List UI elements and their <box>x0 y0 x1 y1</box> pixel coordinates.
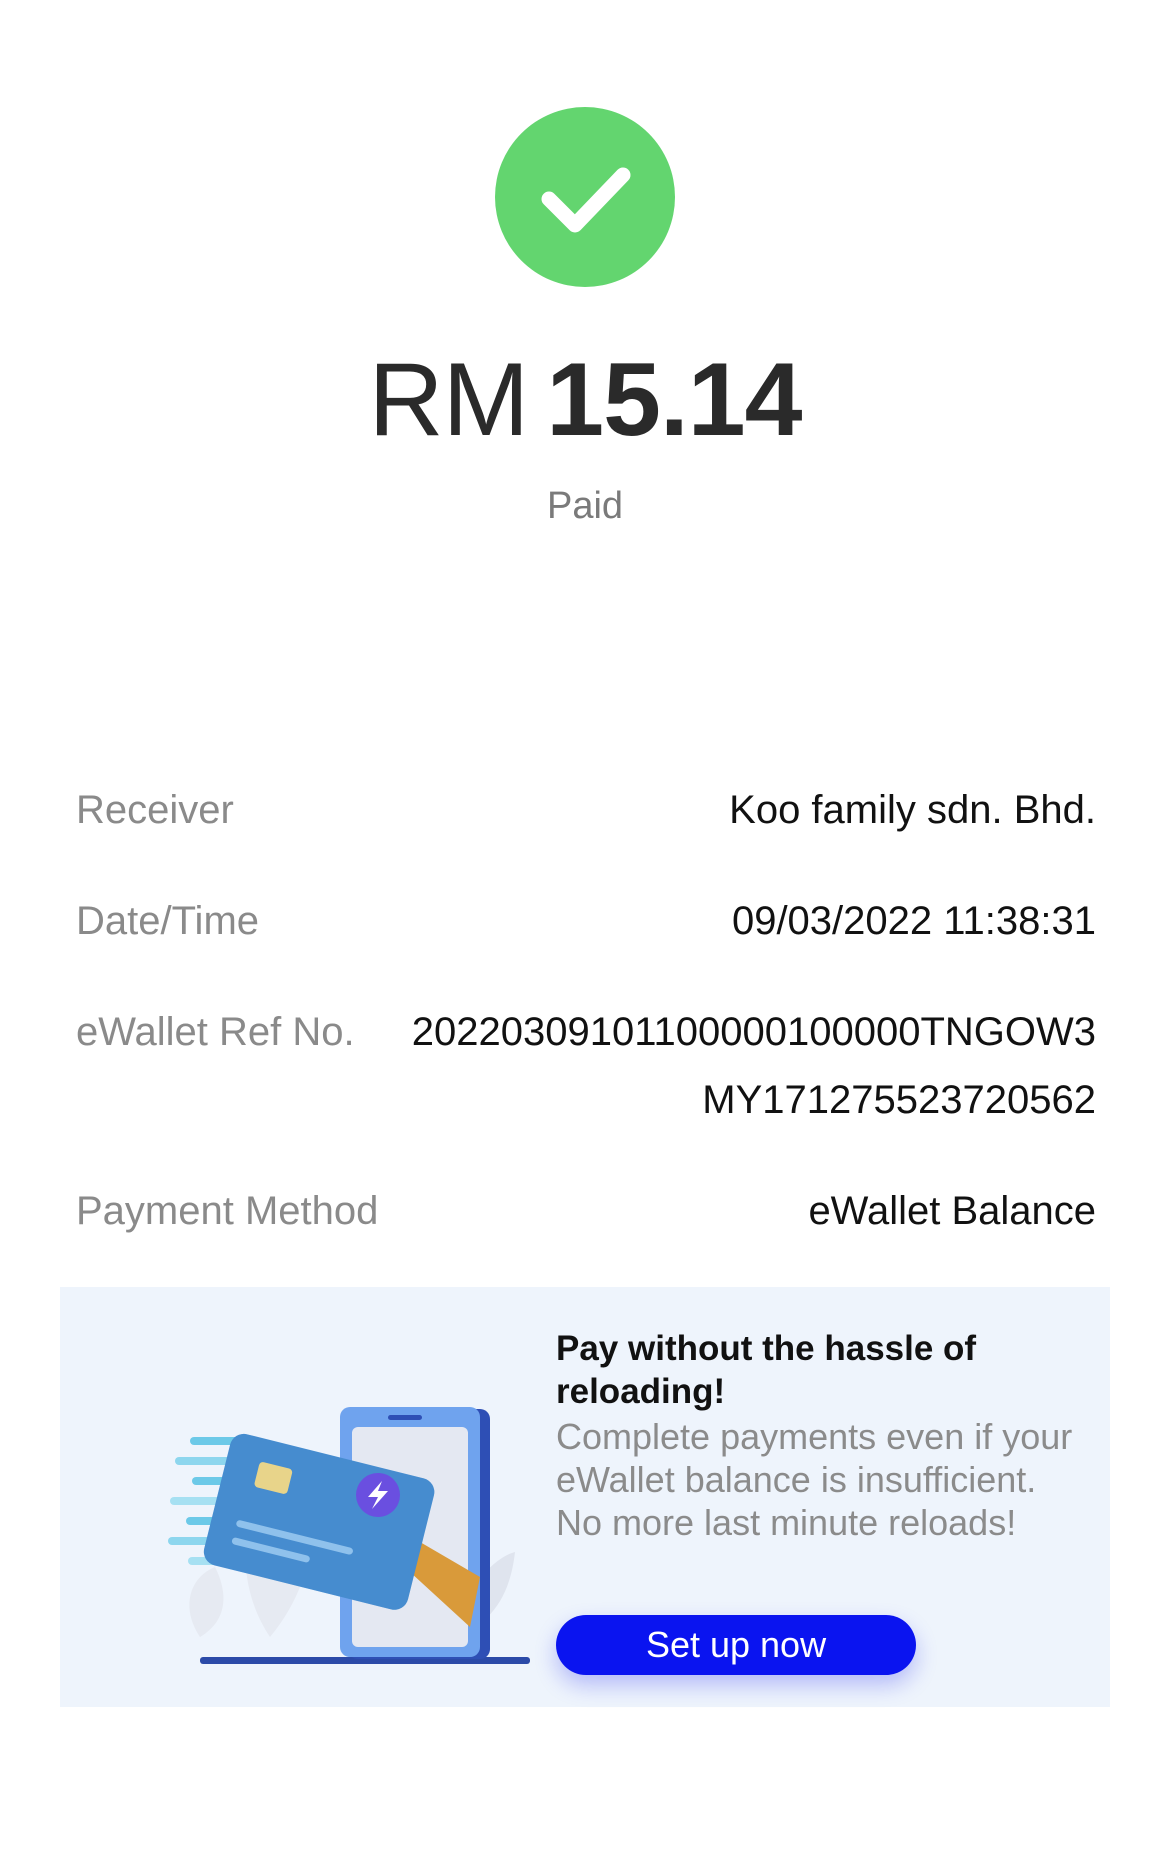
detail-row-payment-method: Payment Method eWallet Balance <box>76 1177 1096 1245</box>
ref-no-value: 20220309101100000100000TNGOW3MY171275523… <box>411 1010 1096 1122</box>
promo-banner[interactable]: Pay without the hassle of reloading! Com… <box>60 1287 1110 1707</box>
detail-row-datetime: Date/Time 09/03/2022 11:38:31 <box>76 887 1096 955</box>
payment-method-value: eWallet Balance <box>808 1189 1096 1233</box>
detail-row-receiver: Receiver Koo family sdn. Bhd. <box>76 776 1096 844</box>
payment-receipt-page: RM 15.14 Paid Receiver Koo family sdn. Bh… <box>0 0 1170 1854</box>
payment-amount: RM 15.14 <box>0 340 1170 460</box>
receiver-label: Receiver <box>76 788 234 832</box>
amount-value: 15.14 <box>546 342 802 458</box>
promo-text: Pay without the hassle of reloading! Com… <box>556 1327 1076 1544</box>
datetime-label: Date/Time <box>76 899 260 943</box>
transaction-details: Receiver Koo family sdn. Bhd. Date/Time … <box>76 776 1096 1245</box>
success-badge <box>495 107 675 287</box>
payment-method-label: Payment Method <box>76 1189 379 1233</box>
check-icon <box>541 167 631 233</box>
card-payment-illustration <box>168 1407 530 1664</box>
payment-status: Paid <box>546 485 624 527</box>
set-up-now-button[interactable]: Set up now <box>556 1615 916 1675</box>
promo-description: Complete payments even if your eWallet b… <box>556 1416 1073 1543</box>
amount-currency: RM <box>368 342 529 458</box>
promo-title: Pay without the hassle of reloading! <box>556 1329 977 1411</box>
datetime-value: 09/03/2022 11:38:31 <box>731 899 1096 943</box>
receiver-value: Koo family sdn. Bhd. <box>729 788 1096 832</box>
ref-no-label: eWallet Ref No. <box>76 1010 355 1054</box>
detail-row-ref-no: eWallet Ref No. 20220309101100000100000T… <box>76 998 1096 1134</box>
